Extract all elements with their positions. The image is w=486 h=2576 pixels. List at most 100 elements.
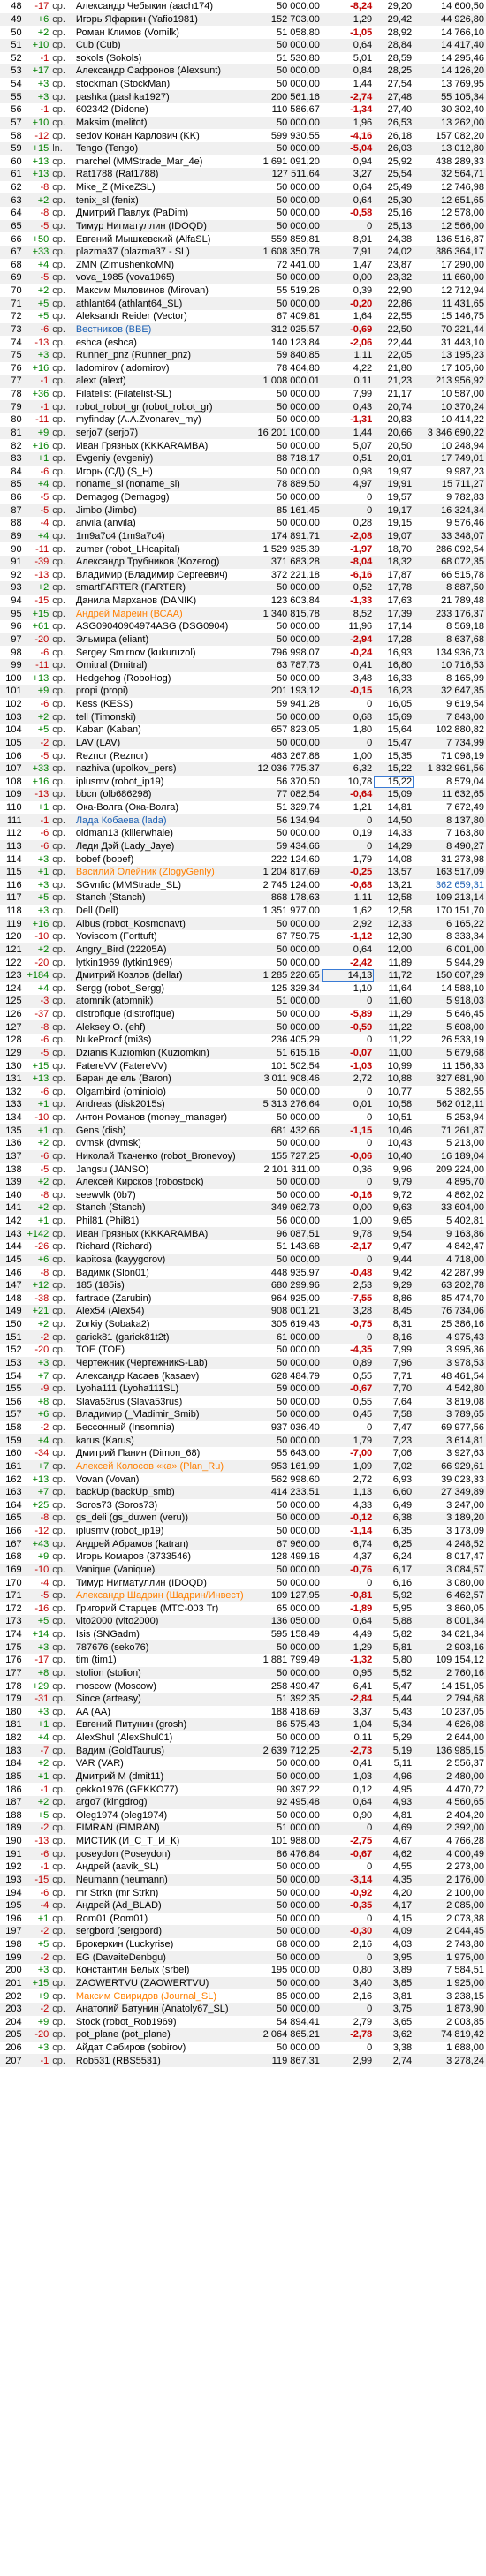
participant-name-link[interactable]: Albus (robot_Kosmonavt) bbox=[73, 917, 255, 930]
participant-name-link[interactable]: Андрей Мареин (ВСАА) bbox=[73, 607, 255, 620]
participant-name-link[interactable]: Игорь (СД) (S_H) bbox=[73, 465, 255, 479]
participant-name-link[interactable]: poseydon (Poseydon) bbox=[73, 1847, 255, 1860]
participant-name-link[interactable]: Чертежник (ЧертежникS-Lab) bbox=[73, 1356, 255, 1370]
participant-name-link[interactable]: Neumann (neumann) bbox=[73, 1873, 255, 1887]
participant-name-link[interactable]: Ока-Волга (Ока-Волга) bbox=[73, 800, 255, 814]
participant-name-link[interactable]: bobef (bobef) bbox=[73, 852, 255, 866]
participant-name-link[interactable]: Иван Грязных (KKKARAMBA) bbox=[73, 1227, 255, 1240]
participant-name-link[interactable]: Stanch (Stanch) bbox=[73, 891, 255, 905]
participant-name-link[interactable]: Евгений Мышкевский (AlfaSL) bbox=[73, 232, 255, 246]
participant-name-link[interactable]: iplusmv (robot_ip19) bbox=[73, 1524, 255, 1538]
participant-name-link[interactable]: Zorkiy (Sobaka2) bbox=[73, 1317, 255, 1331]
participant-name-link[interactable]: Kaban (Kaban) bbox=[73, 724, 255, 737]
participant-name-link[interactable]: Леди Дэй (Lady_Jaye) bbox=[73, 839, 255, 853]
participant-name-link[interactable]: Константин Белых (srbel) bbox=[73, 1964, 255, 1977]
participant-name-link[interactable]: vova_1985 (vova1965) bbox=[73, 271, 255, 284]
participant-name-link[interactable]: Stanch (Stanch) bbox=[73, 1201, 255, 1215]
participant-name-link[interactable]: FatereVV (FatereVV) bbox=[73, 1059, 255, 1072]
participant-name-link[interactable]: Владимир (_Vladimir_Smib) bbox=[73, 1408, 255, 1421]
participant-name-link[interactable]: Бессонный (Insomnia) bbox=[73, 1421, 255, 1435]
participant-name-link[interactable]: tenix_sl (fenix) bbox=[73, 193, 255, 207]
participant-name-link[interactable]: Евгений Питунин (grosh) bbox=[73, 1718, 255, 1731]
participant-name-link[interactable]: Stock (robot_Rob1969) bbox=[73, 2015, 255, 2029]
participant-name-link[interactable]: Максим Свиридов (Journal_SL) bbox=[73, 1989, 255, 2003]
participant-name-link[interactable]: Максим Миловинов (Mirovan) bbox=[73, 284, 255, 298]
participant-name-link[interactable]: oldman13 (killerwhale) bbox=[73, 827, 255, 840]
participant-name-link[interactable]: Cub (Cub) bbox=[73, 38, 255, 52]
participant-name-link[interactable]: moscow (Moscow) bbox=[73, 1679, 255, 1693]
participant-name-link[interactable]: Игорь Яфаркин (Yafio1981) bbox=[73, 12, 255, 27]
participant-name-link[interactable]: Rat1788 (Rat1788) bbox=[73, 168, 255, 181]
participant-name-link[interactable]: Алексей Колосов «ка» (Plan_Ru) bbox=[73, 1459, 255, 1474]
participant-name-link[interactable]: Vanique (Vanique) bbox=[73, 1563, 255, 1577]
participant-name-link[interactable]: NukeProof (mi3s) bbox=[73, 1034, 255, 1047]
participant-name-link[interactable]: Андрей (aavik_SL) bbox=[73, 1860, 255, 1874]
participant-name-link[interactable]: Evgeniy (evgeniy) bbox=[73, 451, 255, 466]
participant-name-link[interactable]: fartrade (Zarubin) bbox=[73, 1292, 255, 1306]
participant-name-link[interactable]: Вадимк (Slon01) bbox=[73, 1266, 255, 1279]
participant-name-link[interactable]: kapitosa (kayygorov) bbox=[73, 1253, 255, 1267]
participant-name-link[interactable]: Тимур Нигматуллин (IDOQD) bbox=[73, 1576, 255, 1589]
participant-name-link[interactable]: Дмитрий Павлук (PaDim) bbox=[73, 207, 255, 220]
participant-name-link[interactable]: VAR (VAR) bbox=[73, 1757, 255, 1770]
participant-name-link[interactable]: Demagog (Demagog) bbox=[73, 490, 255, 504]
participant-name-link[interactable]: iplusmv (robot_ip19) bbox=[73, 775, 255, 789]
participant-name-link[interactable]: Александр Трубников (Kozerog) bbox=[73, 555, 255, 569]
participant-name-link[interactable]: Александр Сафронов (Alexsunt) bbox=[73, 64, 255, 78]
participant-name-link[interactable]: ladomirov (ladomirov) bbox=[73, 361, 255, 375]
participant-name-link[interactable]: tim (tim1) bbox=[73, 1654, 255, 1667]
participant-name-link[interactable]: Oleg1974 (oleg1974) bbox=[73, 1808, 255, 1822]
participant-name-link[interactable]: noname_sl (noname_sl) bbox=[73, 478, 255, 491]
participant-name-link[interactable]: Вестников (BBE) bbox=[73, 322, 255, 337]
participant-name-link[interactable]: sedov Конан Карлович (KK) bbox=[73, 129, 255, 142]
participant-name-link[interactable]: Дмитрий M (dmit11) bbox=[73, 1769, 255, 1784]
participant-name-link[interactable]: ZMN (ZimushenkoMN) bbox=[73, 258, 255, 272]
participant-name-link[interactable]: Lyoha111 (Lyoha111SL) bbox=[73, 1382, 255, 1396]
participant-name-link[interactable]: serjo7 (serjo7) bbox=[73, 426, 255, 440]
participant-name-link[interactable]: Richard (Richard) bbox=[73, 1240, 255, 1254]
participant-name-link[interactable]: TOE (TOE) bbox=[73, 1344, 255, 1357]
participant-name-link[interactable]: robot_robot_gr (robot_robot_gr) bbox=[73, 400, 255, 413]
participant-name-link[interactable]: Andreas (disk2015s) bbox=[73, 1098, 255, 1111]
participant-name-link[interactable]: 185 (185is) bbox=[73, 1278, 255, 1292]
participant-name-link[interactable]: AA (AA) bbox=[73, 1705, 255, 1719]
participant-name-link[interactable]: tell (Timonski) bbox=[73, 710, 255, 724]
participant-name-link[interactable]: Sergg (robot_Sergg) bbox=[73, 981, 255, 996]
participant-name-link[interactable]: stolion (stolion) bbox=[73, 1666, 255, 1680]
participant-name-link[interactable]: mr Strkn (mr Strkn) bbox=[73, 1886, 255, 1899]
participant-name-link[interactable]: Kess (KESS) bbox=[73, 697, 255, 711]
participant-name-link[interactable]: Filatelist (Filatelist-SL) bbox=[73, 387, 255, 401]
participant-name-link[interactable]: Вадим (GoldTaurus) bbox=[73, 1744, 255, 1757]
participant-name-link[interactable]: Rob531 (RBS5531) bbox=[73, 2054, 255, 2067]
participant-name-link[interactable]: vito2000 (vito2000) bbox=[73, 1615, 255, 1628]
participant-name-link[interactable]: anvila (anvila) bbox=[73, 517, 255, 530]
participant-name-link[interactable]: Sincе (arteasy) bbox=[73, 1692, 255, 1706]
participant-name-link[interactable]: plazma37 (plazma37 - SL) bbox=[73, 245, 255, 259]
participant-name-link[interactable]: LAV (LAV) bbox=[73, 736, 255, 750]
participant-name-link[interactable]: garick81 (garick81t2t) bbox=[73, 1330, 255, 1344]
participant-name-link[interactable]: Алексей Кирсков (robostock) bbox=[73, 1175, 255, 1189]
participant-name-link[interactable]: Dell (Dell) bbox=[73, 904, 255, 918]
participant-name-link[interactable]: Reznor (Reznor) bbox=[73, 749, 255, 762]
participant-name-link[interactable]: sokols (Sokols) bbox=[73, 51, 255, 65]
participant-name-link[interactable]: 787676 (seko76) bbox=[73, 1640, 255, 1654]
participant-name-link[interactable]: karus (Karus) bbox=[73, 1434, 255, 1447]
participant-name-link[interactable]: FIMRAN (FIMRAN) bbox=[73, 1822, 255, 1835]
participant-name-link[interactable]: Владимир (Владимир Сергеевич) bbox=[73, 568, 255, 582]
participant-name-link[interactable]: Jangsu (JANSO) bbox=[73, 1163, 255, 1176]
participant-name-link[interactable]: backUp (backUp_smb) bbox=[73, 1485, 255, 1499]
participant-name-link[interactable]: eshca (eshca) bbox=[73, 336, 255, 349]
participant-name-link[interactable]: dvmsk (dvmsk) bbox=[73, 1137, 255, 1150]
participant-name-link[interactable]: Айдат Сабиров (sobirov) bbox=[73, 2041, 255, 2055]
participant-name-link[interactable]: Анатолий Батунин (Anatoly67_SL) bbox=[73, 2002, 255, 2016]
participant-name-link[interactable]: Баран де ель (Baron) bbox=[73, 1072, 255, 1086]
participant-name-link[interactable]: Angry_Bird (22205A) bbox=[73, 943, 255, 957]
participant-name-link[interactable]: Александр Чебыкин (aach174) bbox=[73, 0, 255, 13]
participant-name-link[interactable]: stockman (StockMan) bbox=[73, 77, 255, 91]
participant-name-link[interactable]: Aleksandr Reider (Vector) bbox=[73, 310, 255, 323]
participant-name-link[interactable]: Alex54 (Alex54) bbox=[73, 1305, 255, 1318]
participant-name-link[interactable]: Olgambird (ominiolo) bbox=[73, 1085, 255, 1099]
participant-name-link[interactable]: Tengo (Tengo) bbox=[73, 141, 255, 155]
participant-name-link[interactable]: SGvnfic (MMStrade_SL) bbox=[73, 878, 255, 892]
participant-name-link[interactable]: sergbord (sergbord) bbox=[73, 1925, 255, 1938]
